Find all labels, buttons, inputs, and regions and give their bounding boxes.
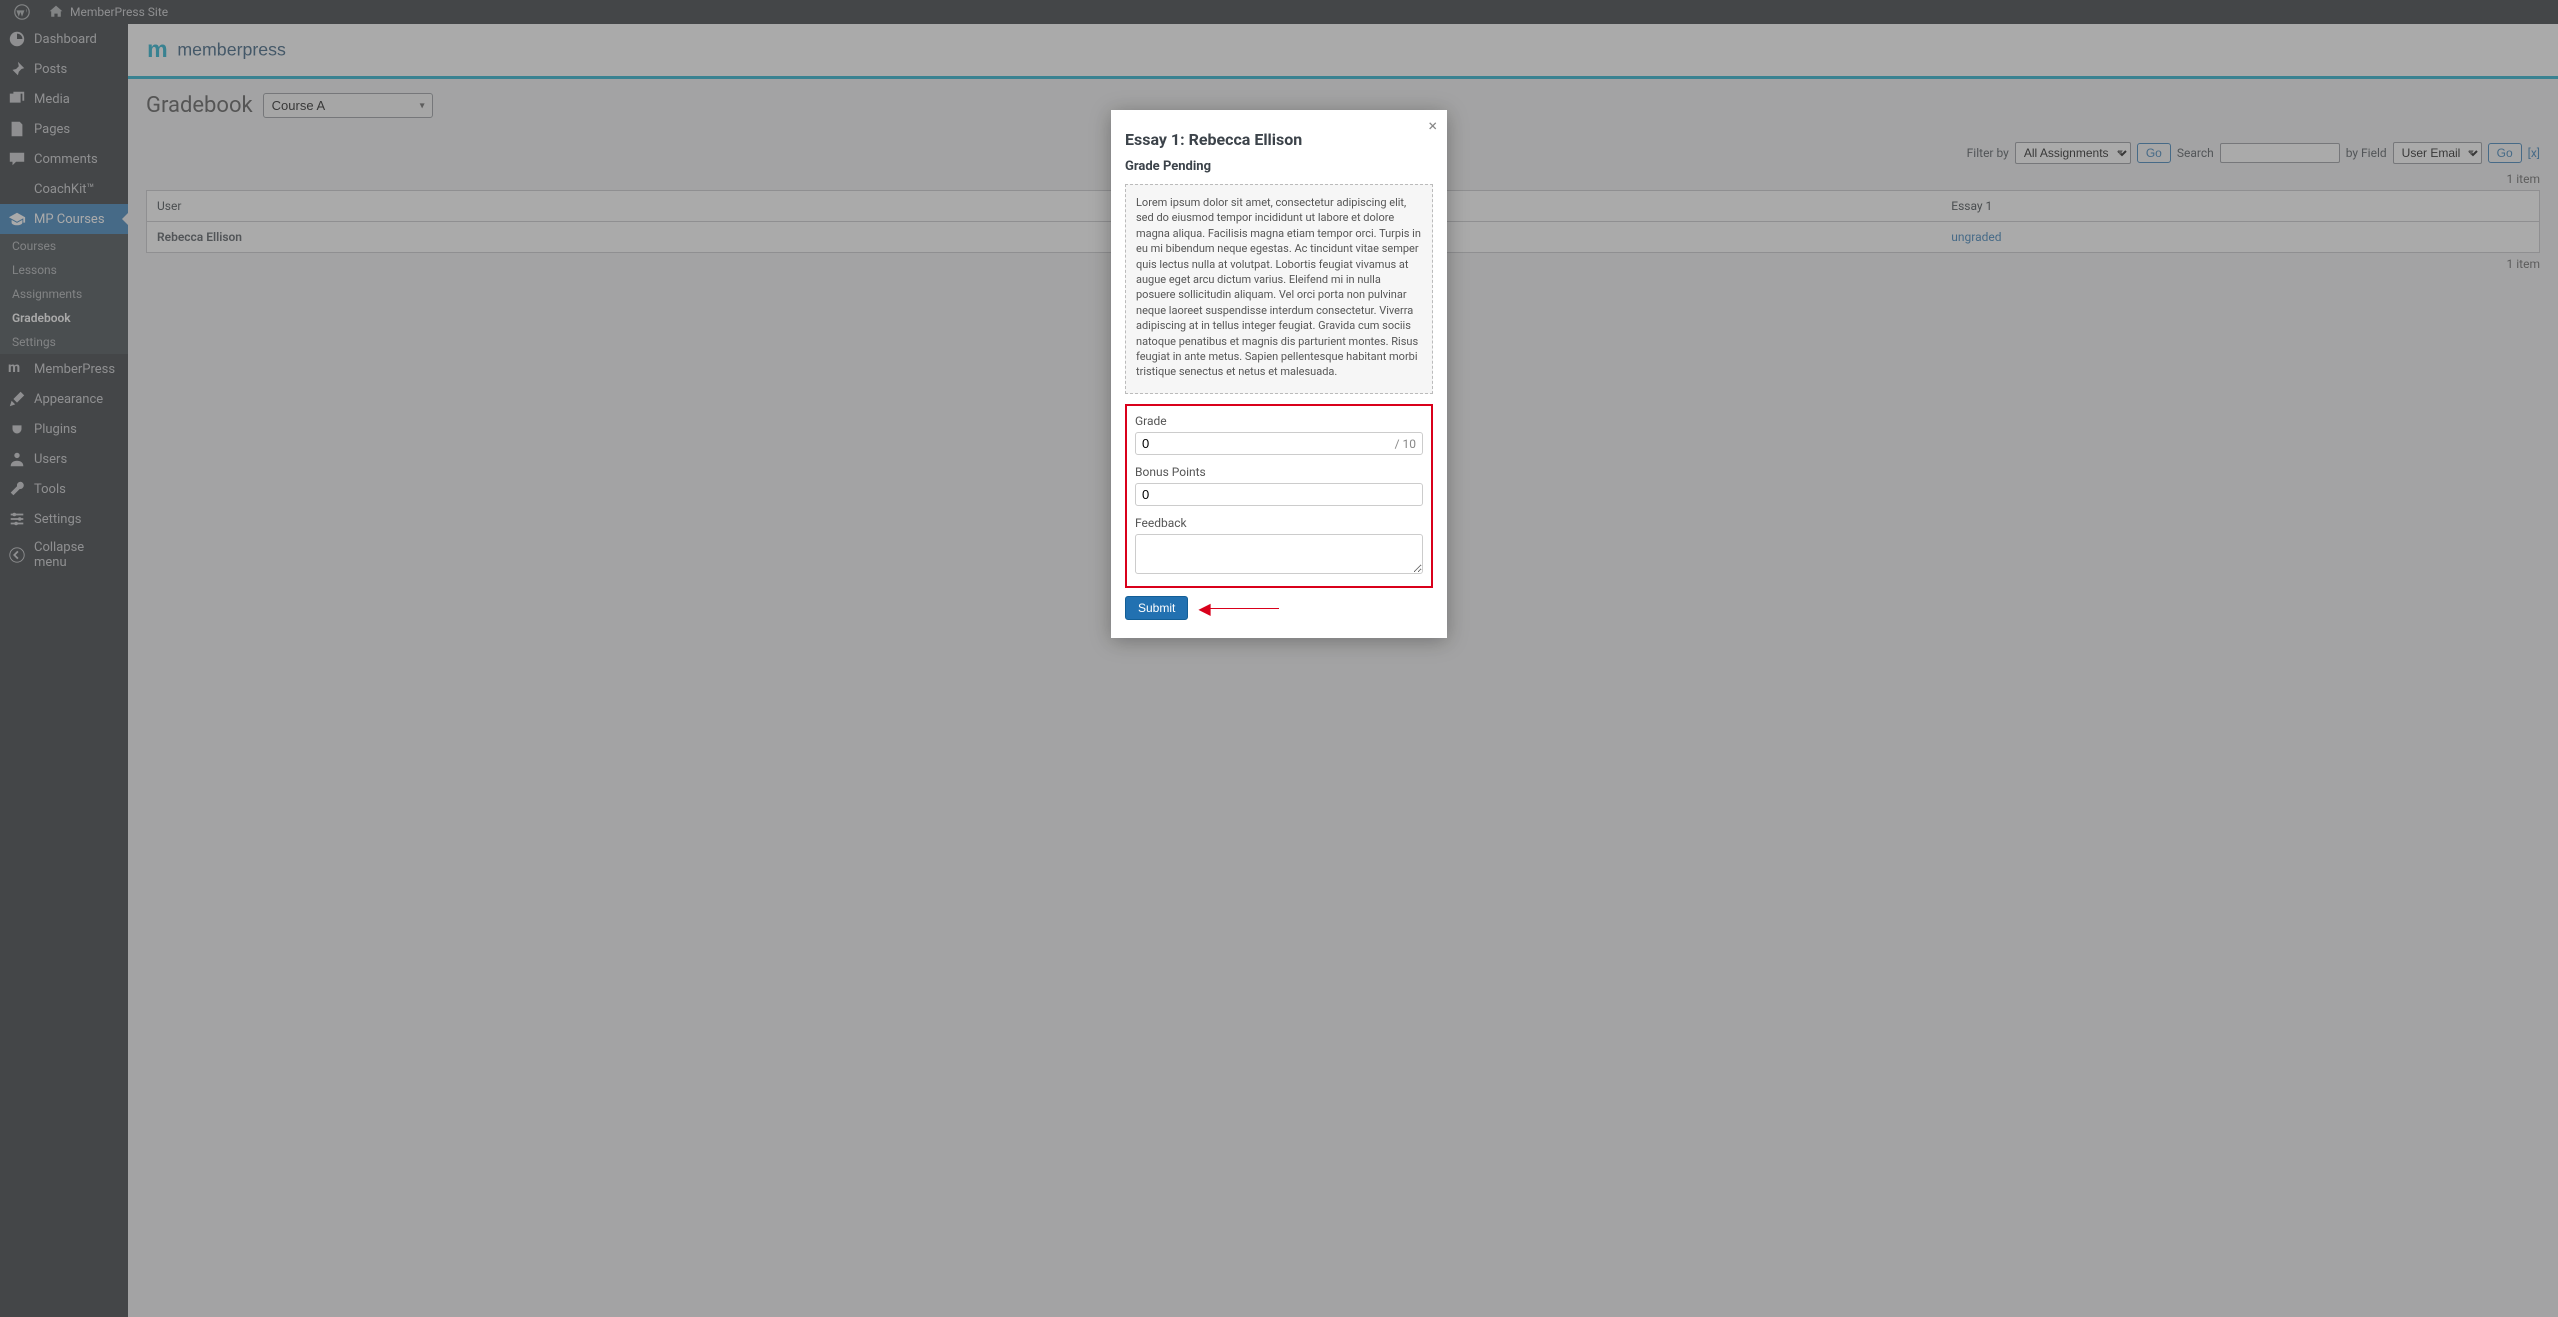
essay-paragraph: Lorem ipsum dolor sit amet, consectetur … — [1136, 195, 1422, 380]
annotation-arrow: ◀ — [1198, 599, 1278, 618]
modal-title: Essay 1: Rebecca Ellison — [1125, 130, 1433, 149]
close-icon[interactable]: × — [1428, 116, 1437, 135]
essay-content[interactable]: Lorem ipsum dolor sit amet, consectetur … — [1125, 184, 1433, 394]
bonus-label: Bonus Points — [1135, 465, 1423, 479]
modal-overlay[interactable]: × Essay 1: Rebecca Ellison Grade Pending… — [0, 0, 2558, 1317]
essay-paragraph: Massa ultricies mi quis hendrerit dolor … — [1136, 390, 1422, 394]
submit-button[interactable]: Submit — [1125, 596, 1188, 620]
feedback-textarea[interactable] — [1135, 534, 1423, 574]
bonus-input[interactable] — [1142, 487, 1416, 502]
grade-input[interactable] — [1142, 436, 1395, 451]
grade-status: Grade Pending — [1125, 159, 1433, 174]
grade-max: / 10 — [1395, 437, 1416, 451]
grade-label: Grade — [1135, 414, 1423, 428]
grade-section-highlight: Grade / 10 Bonus Points Feedback — [1125, 404, 1433, 588]
grade-modal: × Essay 1: Rebecca Ellison Grade Pending… — [1111, 110, 1447, 638]
feedback-label: Feedback — [1135, 516, 1423, 530]
